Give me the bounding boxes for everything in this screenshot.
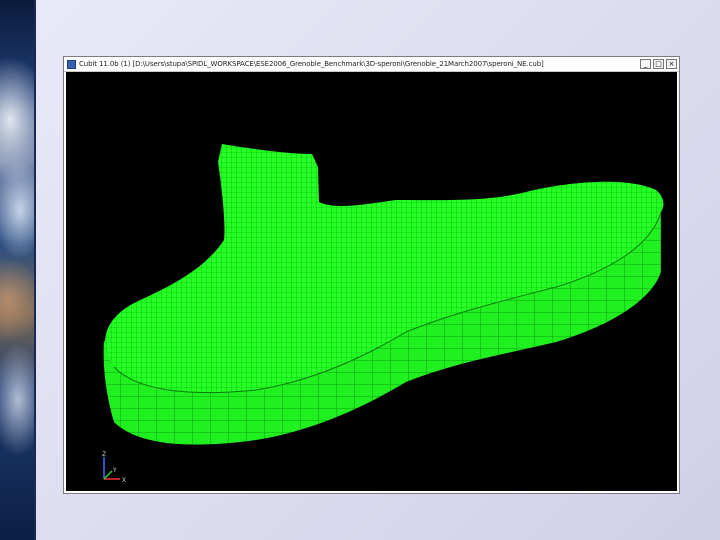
axis-x-label: X	[122, 477, 126, 484]
maximize-button[interactable]: □	[653, 59, 664, 69]
cubit-window: Cubit 11.0b (1) [D:\Users\stupa\SPIDL_WO…	[63, 56, 680, 494]
earth-image-strip	[0, 0, 34, 540]
window-titlebar[interactable]: Cubit 11.0b (1) [D:\Users\stupa\SPIDL_WO…	[64, 57, 679, 72]
window-title: Cubit 11.0b (1) [D:\Users\stupa\SPIDL_WO…	[79, 60, 544, 68]
minimize-button[interactable]: _	[640, 59, 651, 69]
axis-triad: Z Y X	[102, 451, 126, 484]
axis-y-label: Y	[112, 467, 117, 474]
close-button[interactable]: ×	[666, 59, 677, 69]
window-controls: _ □ ×	[640, 59, 677, 69]
graphics-viewport[interactable]: Z Y X	[66, 72, 677, 491]
strip-divider	[34, 0, 36, 540]
axis-z-label: Z	[102, 451, 106, 458]
app-icon	[67, 59, 76, 69]
mesh-model	[103, 144, 664, 445]
